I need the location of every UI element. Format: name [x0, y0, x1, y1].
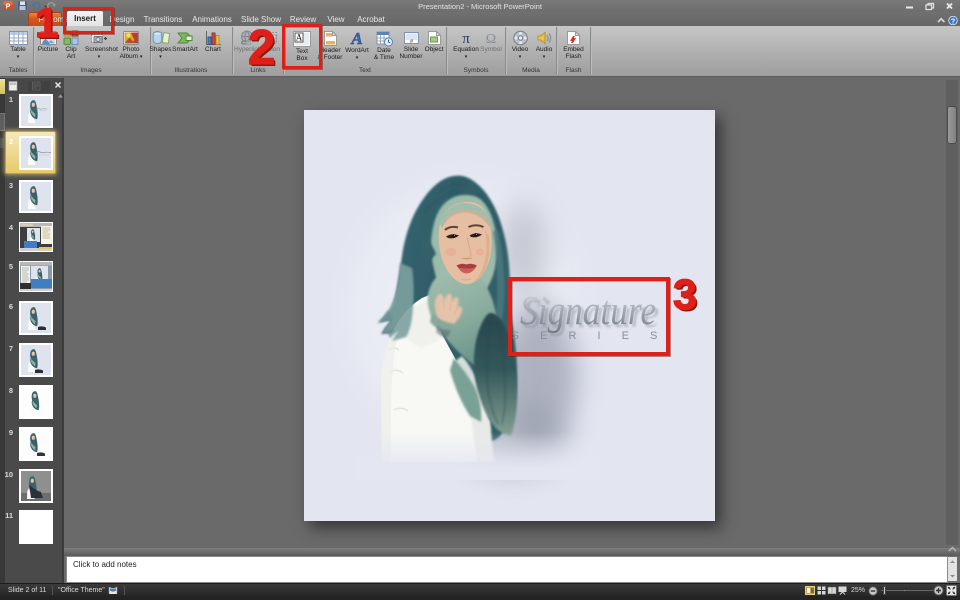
- svg-text:Ω: Ω: [486, 32, 496, 46]
- svg-text:?: ?: [951, 16, 956, 25]
- svg-text:A: A: [350, 30, 362, 47]
- svg-text:π: π: [462, 31, 470, 46]
- svg-text:P: P: [6, 4, 11, 11]
